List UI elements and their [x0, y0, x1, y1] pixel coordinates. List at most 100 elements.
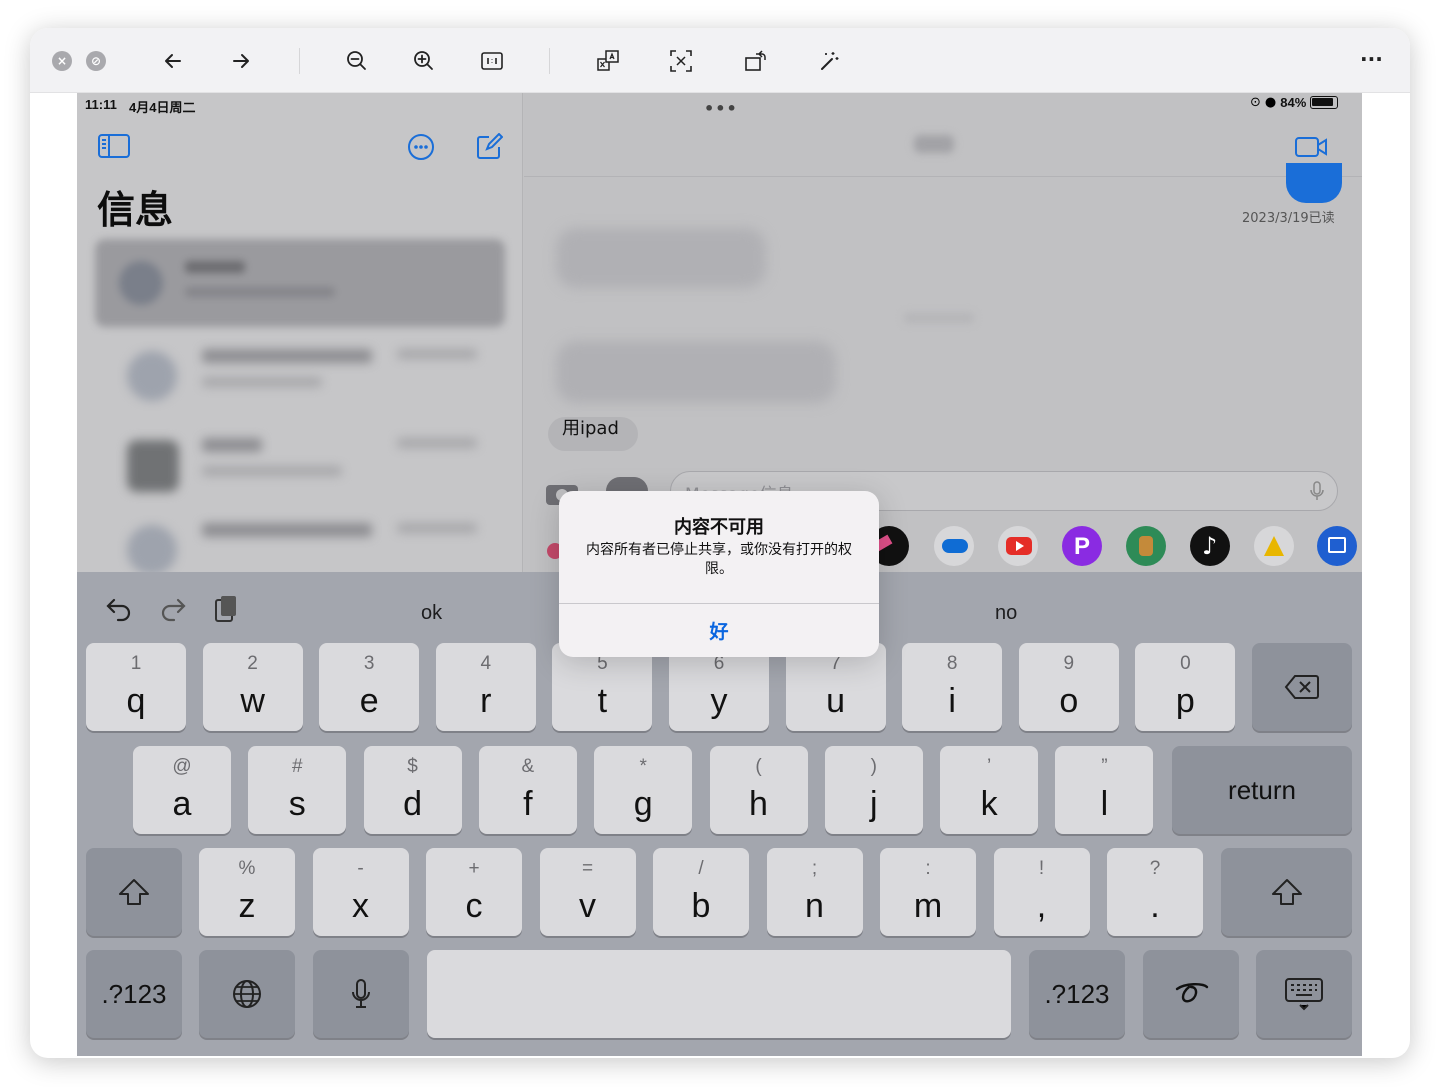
- magic-wand-icon[interactable]: [814, 46, 844, 76]
- key-row1-9[interactable]: 0p: [1135, 643, 1236, 731]
- numbers-key-right[interactable]: .?123: [1029, 950, 1125, 1038]
- key-label: w: [240, 682, 265, 720]
- translate-icon[interactable]: [593, 46, 623, 76]
- key-row1-1[interactable]: 2w: [202, 643, 303, 731]
- key-hint: ’: [986, 756, 992, 777]
- key-hint: 8: [946, 653, 958, 674]
- key-label: h: [749, 785, 768, 823]
- toolbar-divider: [549, 48, 550, 74]
- image-viewer-window: × ⊘ ··· 11:11 4月4日周二 信息 ••• ⊙ ● 84% 2023…: [30, 28, 1410, 1058]
- tiktok-app-icon[interactable]: ♪: [1190, 526, 1230, 566]
- key-row2-6[interactable]: ) j: [824, 746, 923, 834]
- back-arrow-icon[interactable]: [158, 46, 188, 76]
- key-row3-4[interactable]: / b: [653, 848, 749, 936]
- key-row1-2[interactable]: 3e: [319, 643, 420, 731]
- received-bubble: [556, 228, 766, 288]
- key-hint: !: [1038, 858, 1045, 879]
- dictation-icon[interactable]: [1309, 480, 1325, 506]
- more-options-icon[interactable]: [407, 133, 435, 165]
- undo-icon[interactable]: [105, 596, 133, 626]
- preview-app-icon[interactable]: [1317, 526, 1357, 566]
- key-hint: =: [581, 858, 594, 879]
- key-hint: 1: [130, 653, 142, 674]
- key-hint: 2: [247, 653, 258, 674]
- redo-icon[interactable]: [159, 596, 187, 626]
- alert-ok-button[interactable]: 好: [559, 604, 879, 657]
- page-title: 信息: [97, 188, 174, 232]
- shift-key-left[interactable]: [86, 848, 182, 936]
- conversation-row[interactable]: [97, 503, 502, 583]
- key-row2-7[interactable]: ’ k: [940, 746, 1039, 834]
- key-label: .: [1150, 887, 1160, 925]
- game-app-icon[interactable]: [1126, 526, 1166, 566]
- suggestion-no[interactable]: no: [995, 602, 1017, 625]
- key-label: f: [523, 785, 533, 823]
- key-label: l: [1100, 785, 1109, 823]
- key-row1-8[interactable]: 9o: [1018, 643, 1119, 731]
- selected-conversation[interactable]: [95, 239, 505, 327]
- close-button[interactable]: ×: [52, 51, 72, 71]
- alert-dialog: 内容不可用 内容所有者已停止共享，或你没有打开的权限。 好: [559, 491, 879, 657]
- key-row2-3[interactable]: & f: [478, 746, 577, 834]
- key-row1-7[interactable]: 8i: [902, 643, 1003, 731]
- key-row2-8[interactable]: ” l: [1055, 746, 1154, 834]
- key-row3-8[interactable]: ?.: [1107, 848, 1203, 936]
- key-label: t: [597, 682, 608, 720]
- key-hint: 0: [1180, 653, 1191, 674]
- key-hint: #: [292, 756, 303, 777]
- zoom-in-icon[interactable]: [409, 46, 439, 76]
- conversation-row[interactable]: [97, 418, 502, 498]
- key-row2-5[interactable]: (h: [709, 746, 808, 834]
- key-row3-6[interactable]: :m: [880, 848, 976, 936]
- key-label: c: [465, 887, 483, 925]
- return-key[interactable]: return: [1172, 746, 1352, 834]
- return-key-label: return: [1228, 774, 1296, 805]
- shift-key-right[interactable]: [1221, 848, 1352, 936]
- key-label: v: [579, 887, 596, 925]
- text-recognition-icon[interactable]: [666, 46, 696, 76]
- rotate-icon[interactable]: [741, 46, 771, 76]
- key-row3-1[interactable]: -x: [312, 848, 409, 936]
- youtube-app-icon[interactable]: [998, 526, 1038, 566]
- sidebar-toggle-icon[interactable]: [97, 133, 131, 163]
- hide-keyboard-key[interactable]: [1256, 950, 1352, 1038]
- key-row3-3[interactable]: = v: [539, 848, 636, 936]
- onedrive-app-icon[interactable]: [934, 526, 974, 566]
- zoom-out-icon[interactable]: [342, 46, 372, 76]
- key-hint: :: [925, 858, 931, 879]
- picsart-app-icon[interactable]: P: [1062, 526, 1102, 566]
- key-label: q: [126, 682, 146, 720]
- conversation-row[interactable]: [97, 329, 502, 409]
- key-row2-4[interactable]: * g: [594, 746, 693, 834]
- key-label: e: [359, 682, 379, 720]
- key-row3-0[interactable]: % z: [199, 848, 295, 936]
- forward-arrow-icon[interactable]: [226, 46, 256, 76]
- space-bar[interactable]: [427, 950, 1011, 1038]
- paste-icon[interactable]: [213, 594, 239, 628]
- numbers-key-left[interactable]: .?123: [86, 950, 182, 1038]
- key-row1-3[interactable]: 4r: [435, 643, 536, 731]
- key-row3-7[interactable]: !,: [993, 848, 1090, 936]
- compose-icon[interactable]: [475, 132, 504, 165]
- block-button[interactable]: ⊘: [86, 51, 106, 71]
- suggestion-ok[interactable]: ok: [421, 602, 442, 625]
- key-row3-5[interactable]: ; n: [766, 848, 863, 936]
- key-row2-1[interactable]: # s: [248, 746, 347, 834]
- a-app-icon[interactable]: [1254, 526, 1294, 566]
- ipad-screenshot: 11:11 4月4日周二 信息 ••• ⊙ ● 84% 2023/3/19已读 …: [77, 93, 1362, 1056]
- delete-key[interactable]: [1252, 643, 1352, 731]
- received-bubble: [556, 341, 836, 403]
- key-row2-2[interactable]: $ d: [363, 746, 462, 834]
- globe-key[interactable]: [199, 950, 295, 1038]
- partial-bubble-text: 用ipad: [562, 418, 619, 439]
- video-call-icon[interactable]: [1294, 135, 1328, 163]
- handwriting-key[interactable]: [1143, 950, 1239, 1038]
- key-row1-0[interactable]: 1q: [86, 643, 186, 731]
- numbers-key-label: .?123: [101, 978, 167, 1009]
- more-options-button[interactable]: ···: [1360, 47, 1383, 71]
- key-label: a: [172, 785, 192, 823]
- dictation-key[interactable]: [313, 950, 409, 1038]
- key-row3-2[interactable]: + c: [426, 848, 522, 936]
- key-row2-0[interactable]: @ a: [133, 746, 231, 834]
- actual-size-icon[interactable]: [477, 46, 507, 76]
